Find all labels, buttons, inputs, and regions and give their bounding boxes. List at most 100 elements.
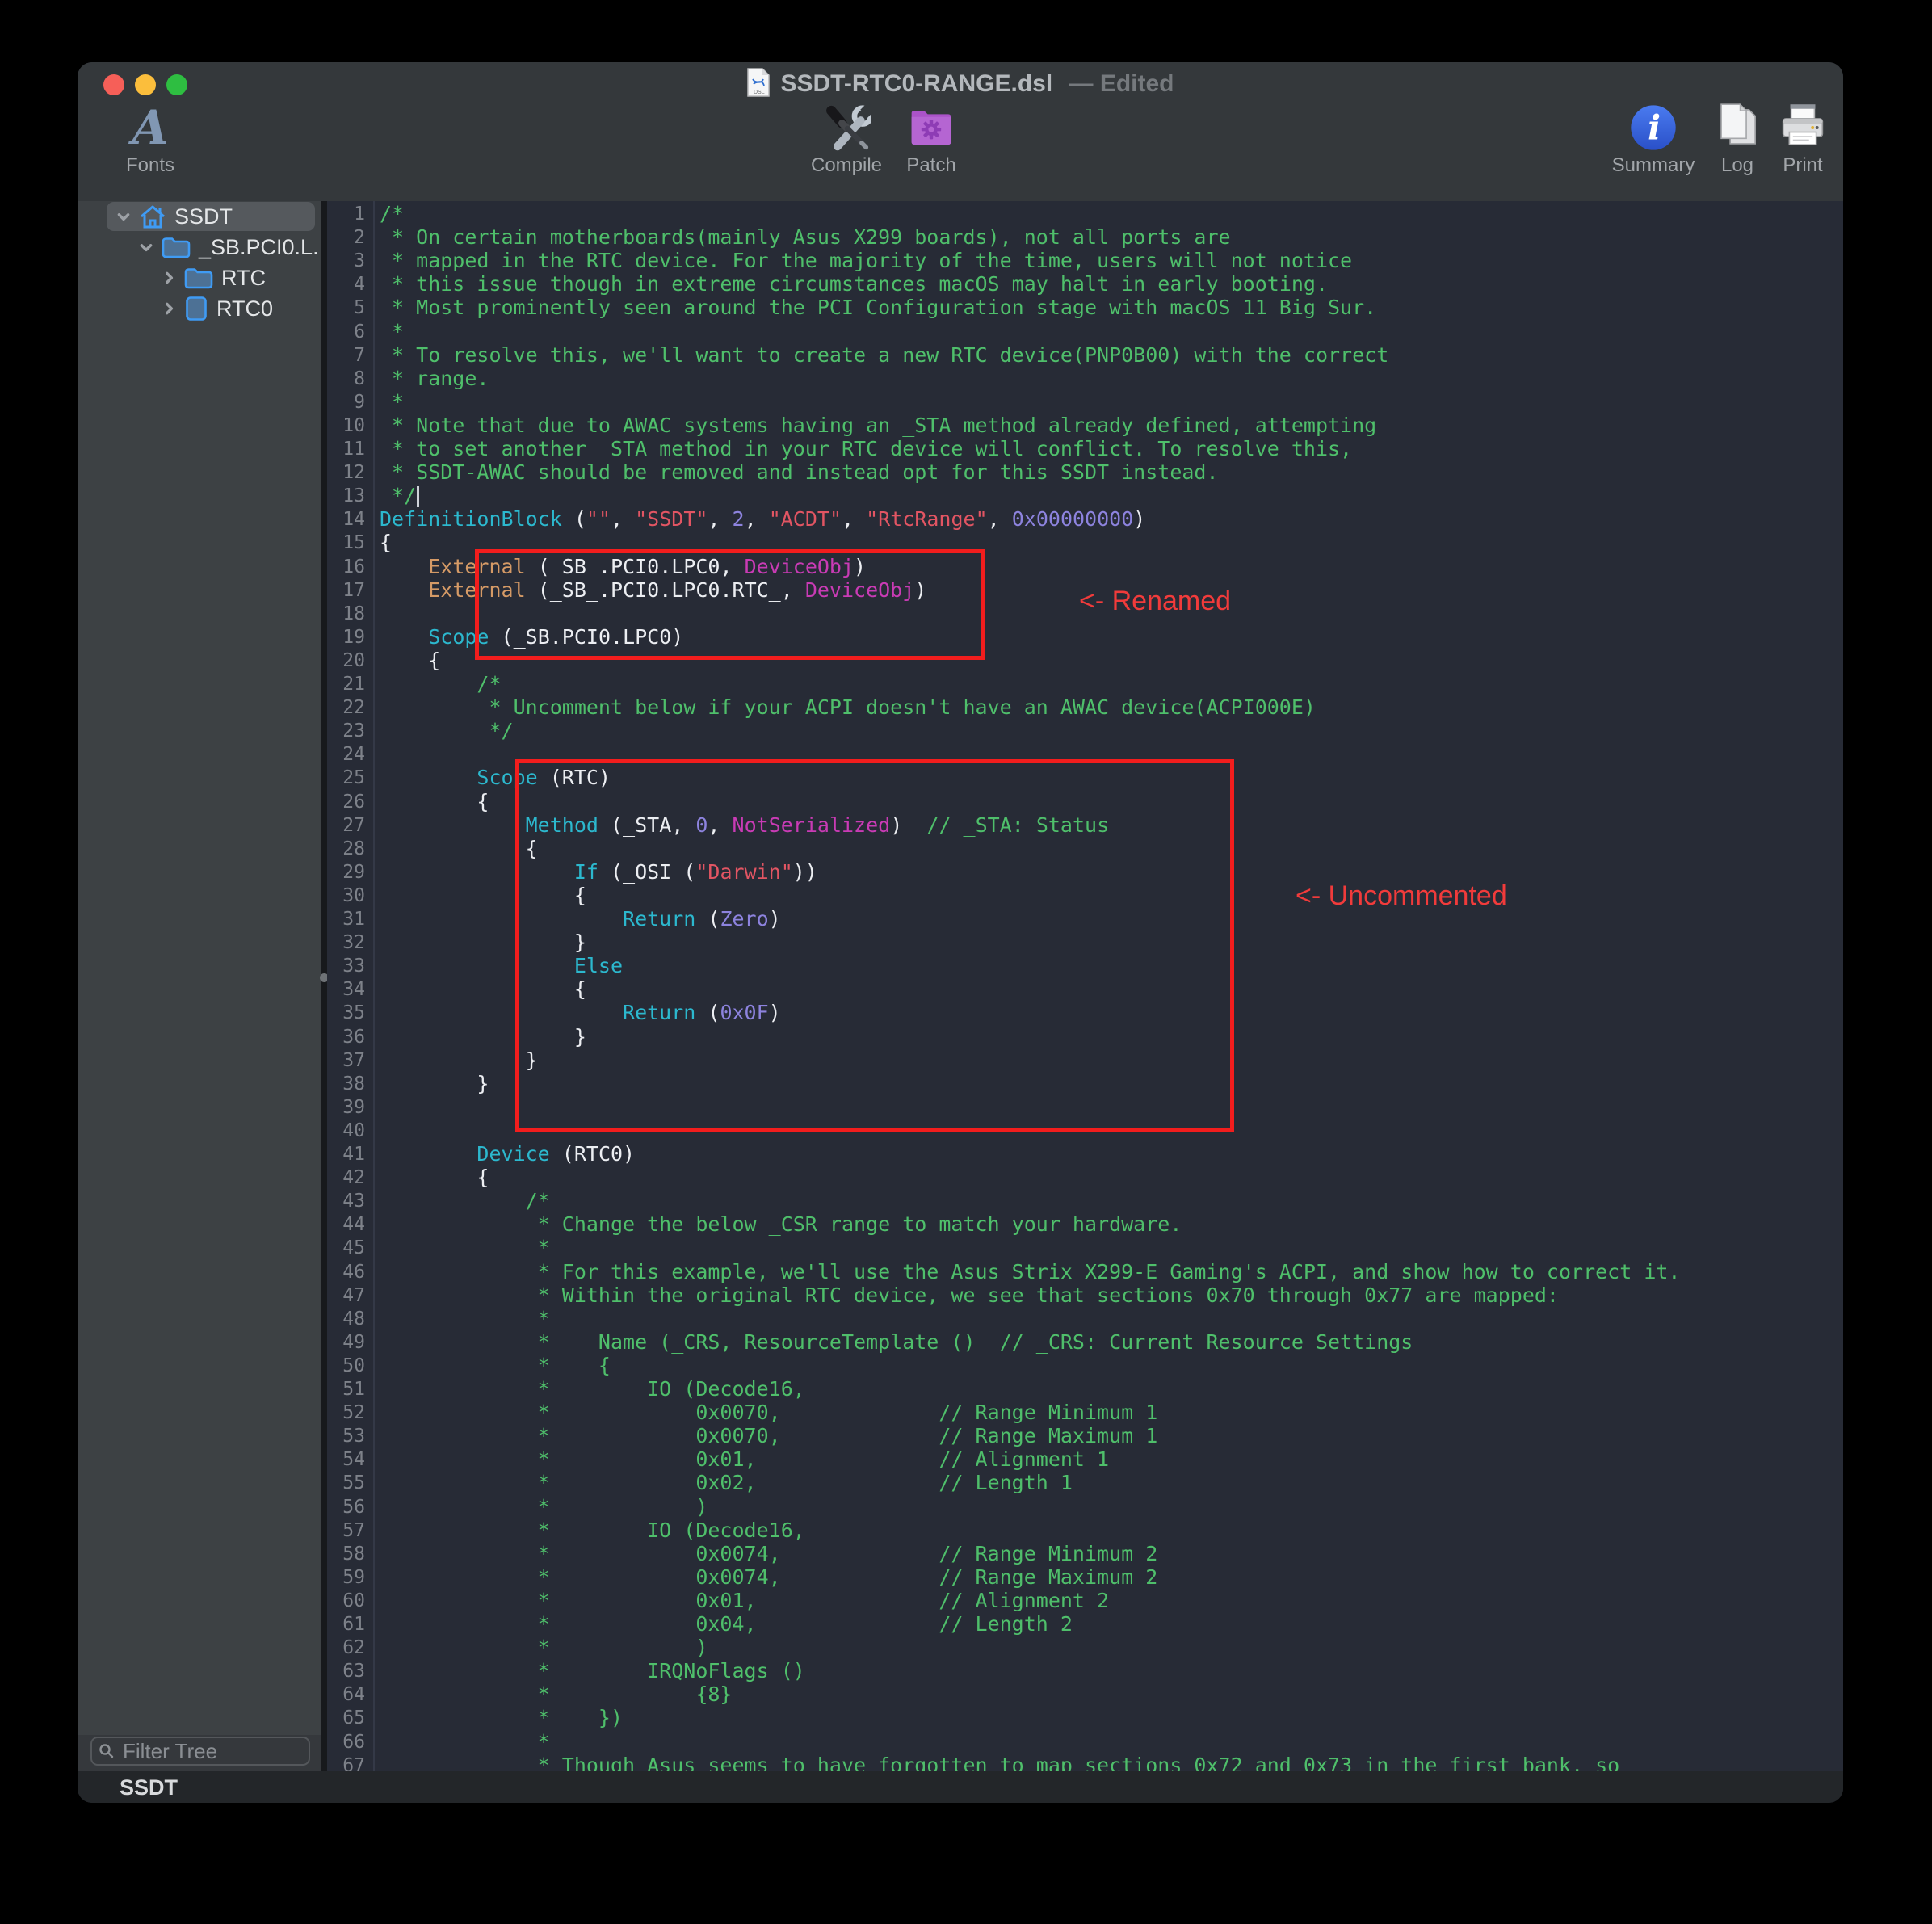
code-line[interactable]: * SSDT-AWAC should be removed and instea… [380, 460, 1219, 485]
line-number: 54 [342, 1447, 365, 1472]
line-number: 62 [342, 1636, 365, 1660]
line-number: 35 [342, 1001, 365, 1025]
code-line[interactable]: } [380, 1072, 489, 1096]
code-line[interactable]: } [380, 1048, 538, 1073]
line-number: 23 [342, 719, 365, 743]
code-line[interactable]: * 0x01, // Alignment 1 [380, 1447, 1109, 1472]
code-line[interactable]: * 0x0074, // Range Minimum 2 [380, 1542, 1157, 1566]
line-number: 1 [354, 202, 365, 226]
code-line[interactable]: * mapped in the RTC device. For the majo… [380, 249, 1352, 273]
code-line[interactable]: */ [380, 484, 419, 508]
svg-text:DSL: DSL [754, 90, 765, 95]
window-title-edited: — Edited [1062, 70, 1174, 98]
code-line[interactable]: * ) [380, 1636, 708, 1660]
code-line[interactable]: { [380, 1166, 489, 1190]
line-number: 2 [354, 225, 365, 250]
code-line[interactable]: * 0x0070, // Range Minimum 1 [380, 1401, 1157, 1425]
code-line[interactable]: * {8} [380, 1682, 733, 1707]
line-number: 39 [342, 1095, 365, 1120]
annotation-label-renamed: <- Renamed [1079, 586, 1231, 617]
code-line[interactable]: * 0x0074, // Range Maximum 2 [380, 1565, 1157, 1590]
code-line[interactable]: * [380, 1236, 550, 1260]
line-number: 20 [342, 649, 365, 673]
sidebar-item-label: RTC [221, 266, 266, 291]
code-line[interactable]: /* [380, 1189, 550, 1213]
code-line[interactable]: /* [380, 672, 502, 696]
code-line[interactable]: * 0x01, // Alignment 2 [380, 1589, 1109, 1613]
code-line[interactable]: * Change the below _CSR range to match y… [380, 1212, 1182, 1237]
code-line[interactable]: * IO (Decode16, [380, 1377, 805, 1401]
code-line[interactable]: { [380, 649, 440, 673]
status-bar: SSDT [78, 1771, 1843, 1803]
chevron-right-icon[interactable] [162, 301, 176, 316]
code-line[interactable]: * Uncomment below if your ACPI doesn't h… [380, 695, 1316, 720]
code-line[interactable]: * to set another _STA method in your RTC… [380, 437, 1352, 461]
line-number: 52 [342, 1401, 365, 1425]
code-line[interactable]: * { [380, 1354, 611, 1378]
filter-tree-input[interactable] [121, 1738, 302, 1765]
code-line[interactable]: * IRQNoFlags () [380, 1659, 805, 1683]
code-line[interactable]: * Most prominently seen around the PCI C… [380, 296, 1376, 320]
code-line[interactable]: * [380, 320, 404, 344]
code-line[interactable]: * [380, 390, 404, 414]
chevron-down-icon[interactable] [116, 209, 131, 224]
filter-tree-field[interactable] [90, 1737, 310, 1766]
line-number: 56 [342, 1495, 365, 1519]
code-line[interactable]: * 0x04, // Length 2 [380, 1612, 1073, 1636]
code-line[interactable]: * Within the original RTC device, we see… [380, 1283, 1559, 1308]
folder-icon [162, 235, 191, 259]
line-number: 32 [342, 930, 365, 955]
line-number: 63 [342, 1659, 365, 1683]
status-path: SSDT [120, 1775, 178, 1800]
code-line[interactable]: * [380, 1307, 550, 1331]
code-line[interactable]: * 0x02, // Length 1 [380, 1471, 1073, 1495]
line-number: 65 [342, 1706, 365, 1730]
code-line[interactable]: * IO (Decode16, [380, 1519, 805, 1543]
patch-button[interactable]: Patch [883, 103, 980, 177]
sidebar-item-sbpci0l[interactable]: _SB.PCI0.L... [78, 232, 321, 263]
code-line[interactable]: * For this example, we'll use the Asus S… [380, 1260, 1681, 1284]
text-cursor [417, 486, 419, 507]
line-number: 21 [342, 672, 365, 696]
sidebar-item-rtc[interactable]: RTC [78, 263, 321, 293]
line-number: 59 [342, 1565, 365, 1590]
chevron-right-icon[interactable] [162, 271, 176, 285]
patch-label: Patch [883, 154, 980, 177]
code-line[interactable]: * [380, 1730, 550, 1754]
code-line[interactable]: /* [380, 202, 404, 226]
code-line[interactable]: * }) [380, 1706, 623, 1730]
line-number: 18 [342, 602, 365, 626]
line-number: 41 [342, 1142, 365, 1166]
print-button[interactable]: Print [1762, 103, 1843, 177]
summary-button[interactable]: i Summary [1597, 103, 1710, 177]
print-label: Print [1762, 154, 1843, 177]
code-line[interactable]: * To resolve this, we'll want to create … [380, 343, 1388, 368]
line-number: 16 [342, 555, 365, 579]
code-line[interactable]: */ [380, 719, 514, 743]
code-line[interactable]: * range. [380, 367, 489, 391]
code-line[interactable]: { [380, 790, 489, 814]
code-line[interactable]: * ) [380, 1495, 708, 1519]
code-line[interactable]: Device (RTC0) [380, 1142, 635, 1166]
sidebar-item-ssdt[interactable]: SSDT [78, 201, 321, 232]
line-number: 43 [342, 1189, 365, 1213]
code-line[interactable]: DefinitionBlock ("", "SSDT", 2, "ACDT", … [380, 507, 1145, 531]
log-pages-icon [1712, 103, 1762, 153]
code-line[interactable]: * this issue though in extreme circumsta… [380, 272, 1328, 296]
sidebar-item-label: RTC0 [216, 296, 273, 321]
chevron-down-icon[interactable] [139, 240, 153, 254]
sidebar-item-rtc0[interactable]: RTC0 [78, 293, 321, 324]
line-number: 12 [342, 460, 365, 485]
fonts-button[interactable]: A Fonts [94, 103, 207, 177]
code-line[interactable]: * Note that due to AWAC systems having a… [380, 414, 1376, 438]
code-line[interactable]: { [380, 531, 392, 555]
code-line[interactable]: { [380, 837, 538, 861]
compile-tools-icon [821, 103, 872, 153]
code-line[interactable]: * 0x0070, // Range Maximum 1 [380, 1424, 1157, 1448]
code-line[interactable]: * Though Asus seems to have forgotten to… [380, 1754, 1619, 1771]
line-number: 64 [342, 1682, 365, 1707]
code-line[interactable]: * On certain motherboards(mainly Asus X2… [380, 225, 1231, 250]
code-line[interactable]: * Name (_CRS, ResourceTemplate () // _CR… [380, 1330, 1413, 1355]
line-number: 24 [342, 742, 365, 767]
line-number: 10 [342, 414, 365, 438]
